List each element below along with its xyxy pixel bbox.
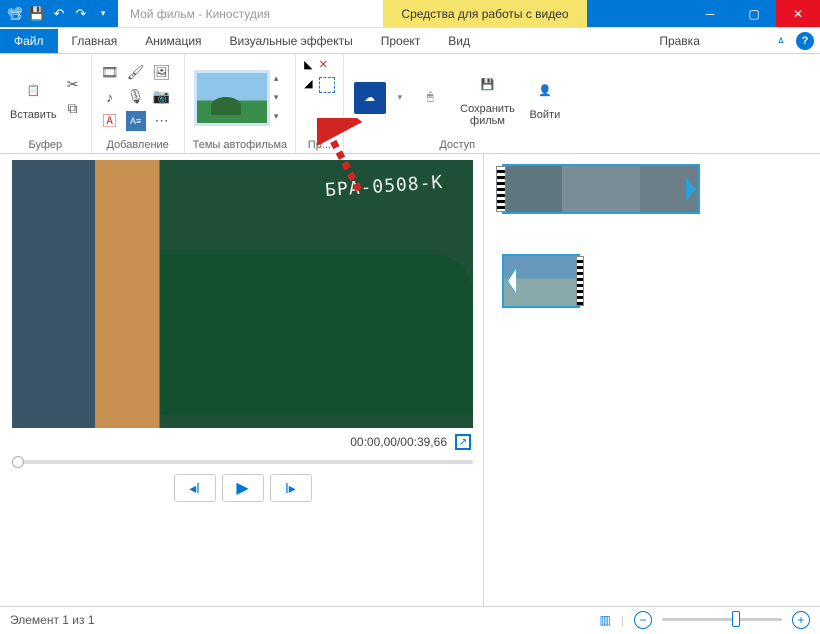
preview-frame: БРА-0508-К: [12, 160, 473, 428]
add-photo-icon[interactable]: 🖌: [126, 63, 146, 83]
share-more-icon[interactable]: ▾: [398, 92, 403, 103]
preview-pane: БРА-0508-К 00:00,00/00:39,66 ↗ ◂ǀ ▶ ǀ▸: [0, 154, 484, 606]
tab-edit-context[interactable]: Правка: [591, 29, 768, 53]
gallery-expand-icon[interactable]: ▾: [274, 111, 286, 122]
content-area: БРА-0508-К 00:00,00/00:39,66 ↗ ◂ǀ ▶ ǀ▸: [0, 154, 820, 606]
close-button[interactable]: ✕: [776, 0, 820, 27]
chevron-up-icon[interactable]: ▴: [274, 73, 286, 84]
cut-icon[interactable]: ✂: [63, 75, 83, 95]
titlebar: 📽 💾 ↶ ↷ ▾ Мой фильм - Киностудия Средств…: [0, 0, 820, 28]
paste-label: Вставить: [10, 109, 57, 121]
theme-thumbnail[interactable]: [194, 70, 270, 126]
add-music-icon[interactable]: ♪: [100, 87, 120, 107]
zoom-in-button[interactable]: +: [792, 611, 810, 629]
select-all-icon[interactable]: [319, 77, 335, 93]
group-edit: ◣ ✕ ◢ Пр...: [296, 54, 343, 153]
app-icon: 📽: [8, 7, 22, 21]
window-controls: ─ ▢ ✕: [688, 0, 820, 27]
help-icon[interactable]: ?: [796, 32, 814, 50]
titlebar-spacer: [587, 0, 688, 27]
caption-icon[interactable]: A≡: [126, 111, 146, 131]
view-thumbnails-icon[interactable]: ▥: [600, 613, 611, 627]
add-image-icon[interactable]: 🖼: [152, 63, 172, 83]
undo-icon[interactable]: ↶: [52, 7, 66, 21]
paste-button[interactable]: 📋 Вставить: [8, 73, 59, 123]
login-button[interactable]: 👤 Войти: [527, 73, 563, 123]
collapse-ribbon-icon[interactable]: ㅿ: [768, 27, 794, 53]
quick-access-toolbar: 📽 💾 ↶ ↷ ▾: [0, 0, 118, 27]
save-movie-label: Сохранить фильм: [460, 103, 515, 127]
status-item-count: Элемент 1 из 1: [10, 613, 95, 627]
group-access-label: Доступ: [439, 137, 475, 151]
cursor-share-button[interactable]: 🖱: [412, 80, 448, 116]
save-movie-button[interactable]: 💾 Сохранить фильм: [458, 67, 517, 129]
ribbon-tabs: Файл Главная Анимация Визуальные эффекты…: [0, 28, 820, 54]
timeline-clip-2[interactable]: [502, 254, 580, 308]
credits-icon[interactable]: ⋯: [152, 111, 172, 131]
next-frame-button[interactable]: ǀ▸: [270, 474, 312, 502]
preview-overlay-text: БРА-0508-К: [324, 172, 444, 201]
group-adding-label: Добавление: [106, 137, 168, 151]
group-adding: 🎞 🖌 🖼 ♪ 🎙 📷 🄰 A≡ ⋯ Добавление: [92, 54, 185, 153]
add-video-icon[interactable]: 🎞: [100, 63, 120, 83]
login-label: Войти: [529, 109, 560, 121]
group-access: ☁ ▾ 🖱 💾 Сохранить фильм 👤 Войти Доступ: [344, 54, 571, 153]
group-themes-label: Темы автофильма: [193, 137, 288, 151]
ribbon: 📋 Вставить ✂ ⧉ Буфер 🎞 🖌 🖼 ♪ 🎙 📷 🄰 A≡ ⋯: [0, 54, 820, 154]
theme-gallery-scroll[interactable]: ▴ ▾ ▾: [274, 70, 286, 126]
tab-project[interactable]: Проект: [367, 29, 435, 53]
context-tab-video-tools: Средства для работы с видео: [383, 0, 586, 27]
redo-icon[interactable]: ↷: [74, 7, 88, 21]
preview-info-row: 00:00,00/00:39,66 ↗: [12, 428, 473, 456]
adding-buttons: 🎞 🖌 🖼 ♪ 🎙 📷 🄰 A≡ ⋯: [100, 63, 176, 133]
fullscreen-icon[interactable]: ↗: [455, 434, 471, 450]
playback-slider-row: [12, 456, 473, 474]
play-button[interactable]: ▶: [222, 474, 264, 502]
group-buffer-label: Буфер: [29, 137, 63, 151]
minimize-button[interactable]: ─: [688, 0, 732, 27]
rotate-right-icon[interactable]: ◢: [304, 77, 312, 93]
share-cursor-icon: 🖱: [414, 82, 446, 114]
save-movie-icon: 💾: [472, 69, 504, 101]
group-themes: ▴ ▾ ▾ Темы автофильма: [185, 54, 297, 153]
status-right: ▥ | − +: [600, 611, 810, 629]
chevron-down-icon[interactable]: ▾: [274, 92, 286, 103]
record-icon[interactable]: 🎙: [126, 87, 146, 107]
group-edit-label: Пр...: [308, 137, 331, 151]
prev-frame-button[interactable]: ◂ǀ: [174, 474, 216, 502]
statusbar: Элемент 1 из 1 ▥ | − +: [0, 606, 820, 632]
time-display: 00:00,00/00:39,66: [350, 435, 447, 449]
delete-icon[interactable]: ✕: [319, 58, 328, 71]
group-buffer: 📋 Вставить ✂ ⧉ Буфер: [0, 54, 92, 153]
file-tab[interactable]: Файл: [0, 29, 58, 53]
tab-visual-effects[interactable]: Визуальные эффекты: [216, 29, 367, 53]
copy-icon[interactable]: ⧉: [63, 99, 83, 119]
playback-controls: ◂ǀ ▶ ǀ▸: [12, 474, 473, 502]
tab-animation[interactable]: Анимация: [131, 29, 215, 53]
onedrive-button[interactable]: ☁: [352, 80, 388, 116]
qat-dropdown-icon[interactable]: ▾: [96, 7, 110, 21]
tab-view[interactable]: Вид: [434, 29, 484, 53]
playback-slider[interactable]: [12, 460, 473, 464]
tab-home[interactable]: Главная: [58, 29, 132, 53]
clipboard-icon: 📋: [17, 75, 49, 107]
timeline-pane[interactable]: [484, 154, 820, 606]
timeline-clip-1[interactable]: [502, 164, 700, 214]
save-icon[interactable]: 💾: [30, 7, 44, 21]
onedrive-icon: ☁: [354, 82, 386, 114]
buffer-small-buttons: ✂ ⧉: [63, 75, 83, 121]
zoom-out-button[interactable]: −: [634, 611, 652, 629]
title-icon[interactable]: 🄰: [100, 111, 120, 131]
user-icon: 👤: [529, 75, 561, 107]
preview-video[interactable]: БРА-0508-К: [12, 160, 473, 428]
snapshot-icon[interactable]: 📷: [152, 87, 172, 107]
rotate-left-icon[interactable]: ◣: [304, 58, 312, 71]
maximize-button[interactable]: ▢: [732, 0, 776, 27]
zoom-slider-thumb[interactable]: [732, 611, 740, 627]
window-title: Мой фильм - Киностудия: [118, 7, 282, 21]
zoom-slider[interactable]: [662, 618, 782, 621]
playback-slider-thumb[interactable]: [12, 456, 24, 468]
